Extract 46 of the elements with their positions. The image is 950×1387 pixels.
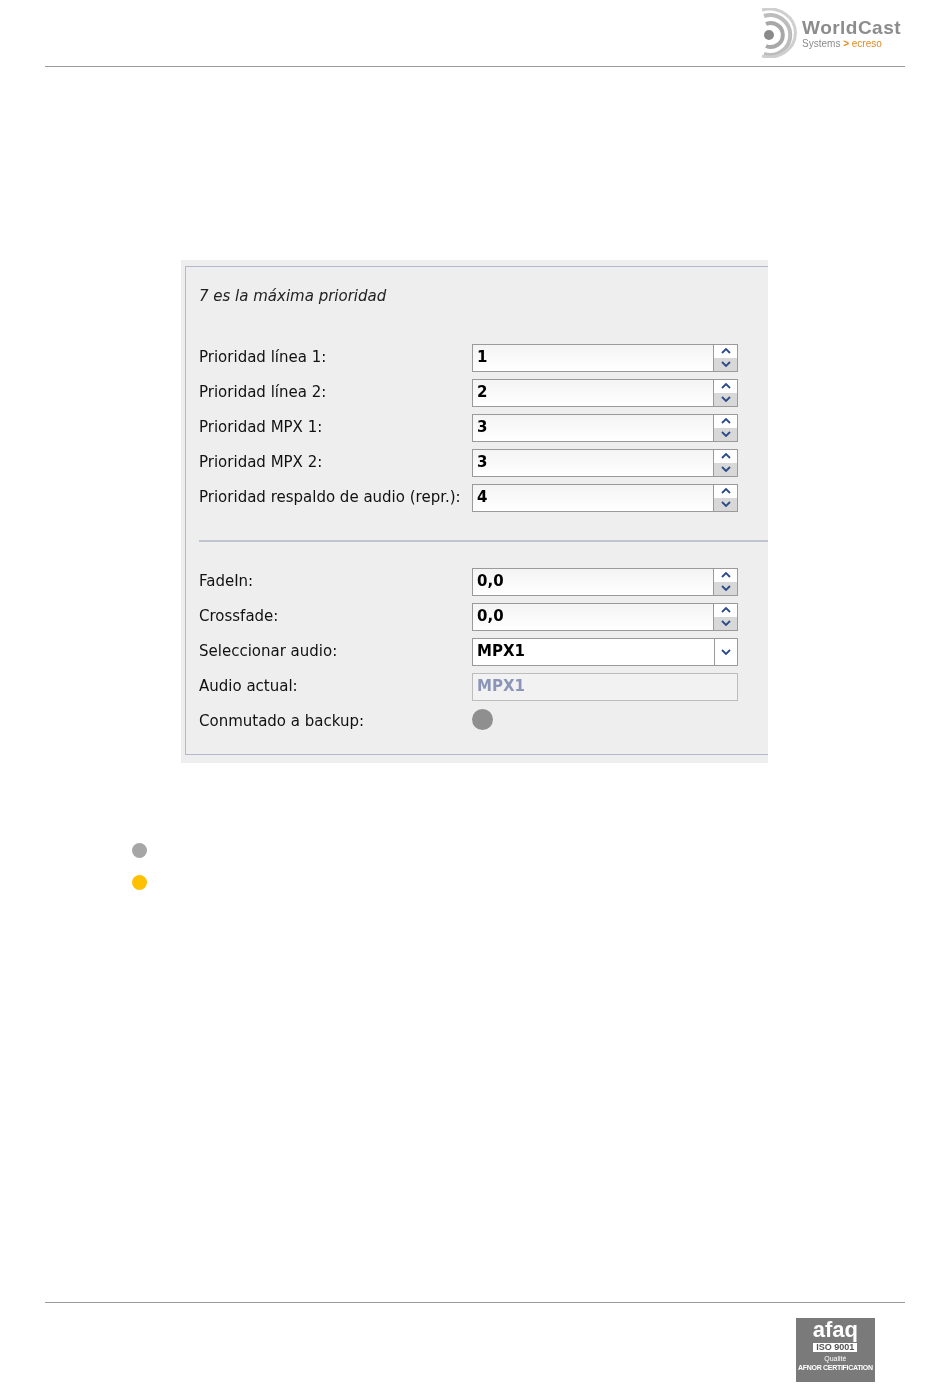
spin-up-button[interactable] (714, 344, 737, 358)
spin-up-button[interactable] (714, 449, 737, 463)
field-label: Seleccionar audio: (199, 641, 339, 663)
number-field[interactable]: 3 (472, 413, 714, 442)
chevron-up-icon (720, 418, 731, 424)
field-label: FadeIn: (199, 571, 255, 593)
chevron-up-icon (720, 572, 731, 578)
chevron-down-icon (720, 466, 731, 472)
number-field[interactable]: 0,0 (472, 567, 714, 596)
certification-wordmark: afaq (812, 1319, 858, 1341)
chevron-up-icon (720, 383, 731, 389)
spin-up-button[interactable] (714, 414, 737, 428)
number-field[interactable]: 0,0 (472, 602, 714, 631)
chevron-down-icon (720, 396, 731, 402)
certification-standard: ISO 9001 (813, 1343, 858, 1352)
number-field[interactable]: 1 (472, 343, 714, 372)
spin-up-button[interactable] (714, 603, 737, 617)
chevron-down-icon (720, 620, 731, 626)
chevron-down-icon (720, 585, 731, 591)
chevron-up-icon (720, 488, 731, 494)
chevron-down-icon (720, 361, 731, 367)
spin-up-button[interactable] (714, 568, 737, 582)
field-label: Prioridad línea 2: (199, 382, 328, 404)
logo-wordmark: WorldCast (802, 17, 901, 37)
field-label: Prioridad MPX 2: (199, 452, 324, 474)
field-label: Prioridad respaldo de audio (repr.): (199, 487, 462, 509)
readonly-field: MPX1 (472, 672, 738, 701)
chevron-up-icon (720, 607, 731, 613)
number-field[interactable]: 4 (472, 483, 714, 512)
field-label: Crossfade: (199, 606, 280, 628)
field-label: Prioridad línea 1: (199, 347, 328, 369)
field-label: Prioridad MPX 1: (199, 417, 324, 439)
chevron-down-icon (720, 431, 731, 437)
spin-up-button[interactable] (714, 484, 737, 498)
logo-tagline: Systems > ecreso (802, 38, 883, 49)
number-field[interactable]: 2 (472, 378, 714, 407)
priority-note: 7 es la máxima prioridad (199, 286, 388, 307)
field-label: Conmutado a backup: (199, 711, 366, 733)
chevron-up-icon (720, 348, 731, 354)
number-field[interactable]: 3 (472, 448, 714, 477)
chevron-up-icon (720, 453, 731, 459)
chevron-down-icon (720, 501, 731, 507)
spin-up-button[interactable] (714, 379, 737, 393)
field-label: Audio actual: (199, 676, 299, 698)
chevron-down-icon (721, 648, 731, 655)
dropdown[interactable]: MPX1 (472, 637, 738, 666)
